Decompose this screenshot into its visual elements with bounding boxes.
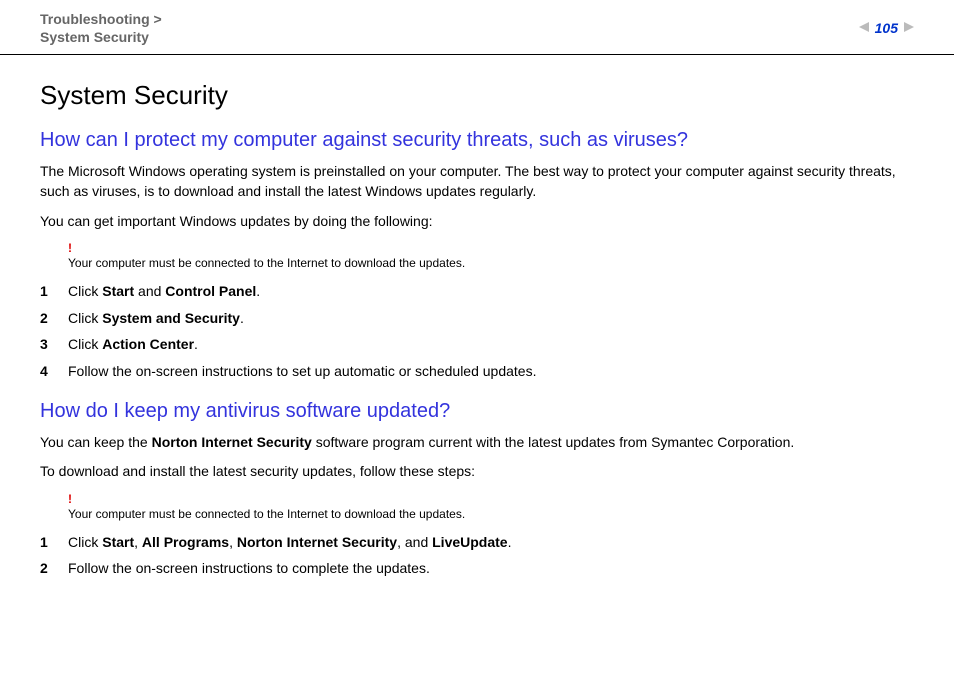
breadcrumb: Troubleshooting > System Security [40,10,162,46]
section1-para2: You can get important Windows updates by… [40,212,914,232]
step-text: Follow the on-screen instructions to set… [68,362,914,382]
section1-warning: ! Your computer must be connected to the… [68,241,914,270]
warning-text: Your computer must be connected to the I… [68,507,465,521]
step-number: 2 [40,309,68,329]
step-text: Click Action Center. [68,335,914,355]
step-number: 1 [40,282,68,302]
step-item: 4 Follow the on-screen instructions to s… [40,362,914,382]
section2-warning: ! Your computer must be connected to the… [68,492,914,521]
section1-heading: How can I protect my computer against se… [40,129,914,152]
prev-page-arrow-icon[interactable] [859,19,869,37]
step-item: 2 Follow the on-screen instructions to c… [40,559,914,579]
warning-icon: ! [68,241,914,255]
step-item: 3 Click Action Center. [40,335,914,355]
step-text: Follow the on-screen instructions to com… [68,559,914,579]
section2-para1: You can keep the Norton Internet Securit… [40,433,914,453]
warning-text: Your computer must be connected to the I… [68,256,465,270]
step-item: 1 Click Start and Control Panel. [40,282,914,302]
step-item: 1 Click Start, All Programs, Norton Inte… [40,533,914,553]
step-number: 4 [40,362,68,382]
warning-icon: ! [68,492,914,506]
step-item: 2 Click System and Security. [40,309,914,329]
section1-steps: 1 Click Start and Control Panel. 2 Click… [40,282,914,381]
next-page-arrow-icon[interactable] [904,19,914,37]
step-number: 1 [40,533,68,553]
page-content: System Security How can I protect my com… [0,55,954,607]
page-navigation: 105 [859,19,914,37]
section2-para2: To download and install the latest secur… [40,462,914,482]
step-number: 2 [40,559,68,579]
page-title: System Security [40,80,914,111]
section2-steps: 1 Click Start, All Programs, Norton Inte… [40,533,914,579]
step-text: Click Start, All Programs, Norton Intern… [68,533,914,553]
section2-heading: How do I keep my antivirus software upda… [40,400,914,423]
section1-para1: The Microsoft Windows operating system i… [40,162,914,201]
step-text: Click System and Security. [68,309,914,329]
page-number: 105 [875,20,898,36]
step-text: Click Start and Control Panel. [68,282,914,302]
step-number: 3 [40,335,68,355]
page-header: Troubleshooting > System Security 105 [0,0,954,55]
breadcrumb-current: System Security [40,29,149,45]
breadcrumb-parent: Troubleshooting > [40,11,162,27]
